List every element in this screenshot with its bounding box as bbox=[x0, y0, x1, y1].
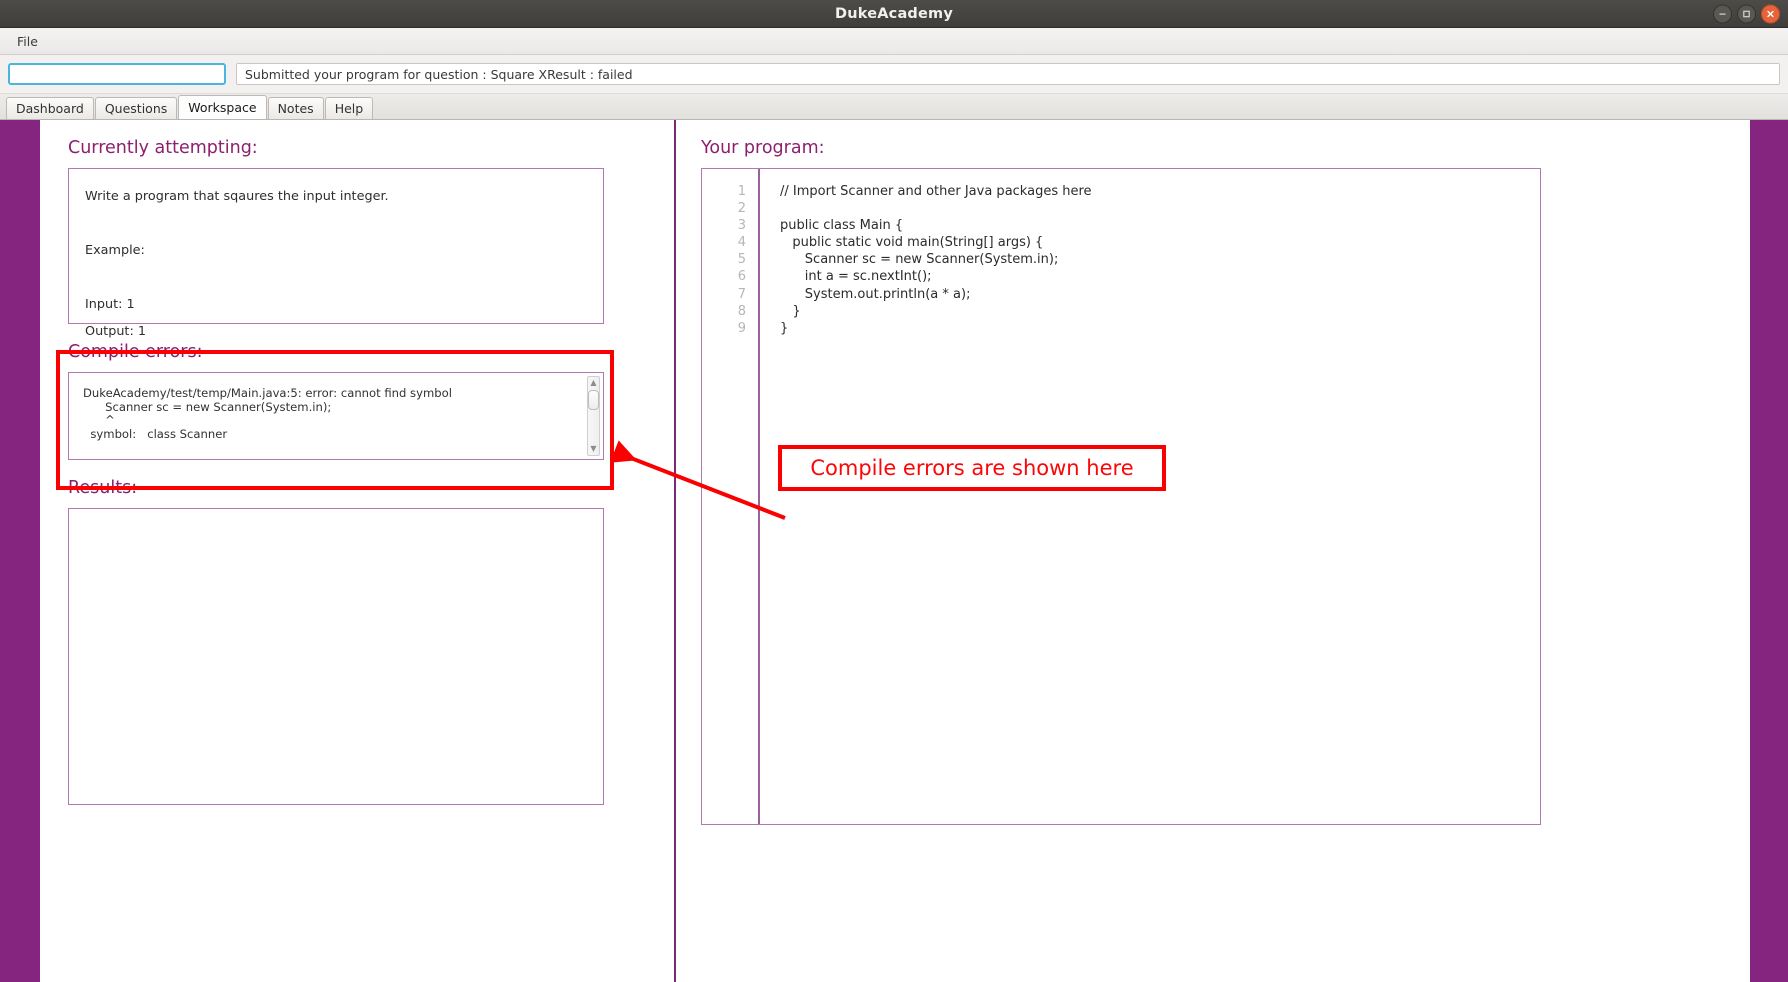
your-program-heading: Your program: bbox=[701, 138, 825, 158]
code-line: int a = sc.nextInt(); bbox=[780, 269, 932, 285]
currently-attempting-heading: Currently attempting: bbox=[68, 138, 258, 158]
scroll-up-icon[interactable]: ▲ bbox=[590, 377, 596, 389]
window-titlebar: DukeAcademy bbox=[0, 0, 1788, 28]
code-line: public class Main { bbox=[780, 218, 904, 234]
problem-description-box: Write a program that sqaures the input i… bbox=[68, 168, 604, 339]
code-line: Scanner sc = new Scanner(System.in); bbox=[780, 252, 1059, 268]
line-number-gutter: 1 2 3 4 5 6 7 8 9 bbox=[702, 169, 760, 824]
tab-help[interactable]: Help bbox=[324, 97, 374, 119]
tab-dashboard[interactable]: Dashboard bbox=[6, 97, 94, 119]
line-number: 2 bbox=[737, 201, 746, 217]
line-number: 6 bbox=[737, 269, 746, 285]
line-number: 8 bbox=[737, 303, 746, 319]
line-number: 3 bbox=[737, 218, 746, 234]
code-line: // Import Scanner and other Java package… bbox=[780, 184, 1092, 199]
code-line: System.out.println(a * a); bbox=[780, 286, 971, 302]
results-box bbox=[68, 508, 604, 805]
code-line: public static void main(String[] args) { bbox=[780, 235, 1044, 251]
menubar: File bbox=[0, 28, 1788, 55]
status-text: Submitted your program for question : Sq… bbox=[245, 66, 633, 82]
window-title: DukeAcademy bbox=[834, 5, 954, 22]
tab-workspace[interactable]: Workspace bbox=[178, 95, 267, 119]
close-icon[interactable] bbox=[1761, 4, 1780, 23]
menu-item-file[interactable]: File bbox=[10, 31, 45, 52]
right-accent-bar bbox=[1750, 120, 1788, 982]
code-editor[interactable]: 1 2 3 4 5 6 7 8 9 // Import Scanner and … bbox=[701, 168, 1541, 825]
window-controls bbox=[1713, 4, 1780, 23]
code-line: } bbox=[780, 320, 789, 336]
compile-errors-text: DukeAcademy/test/temp/Main.java:5: error… bbox=[83, 386, 452, 441]
minimize-icon[interactable] bbox=[1713, 4, 1732, 23]
line-number: 4 bbox=[737, 235, 746, 251]
search-input[interactable] bbox=[8, 63, 226, 85]
line-number: 9 bbox=[737, 320, 746, 336]
compile-errors-scrollbar[interactable]: ▲ ▼ bbox=[587, 376, 600, 456]
code-text-area[interactable]: // Import Scanner and other Java package… bbox=[760, 169, 1540, 824]
left-pane: Currently attempting: Write a program th… bbox=[40, 120, 674, 982]
scroll-down-icon[interactable]: ▼ bbox=[590, 443, 596, 455]
code-line: } bbox=[780, 303, 801, 319]
left-accent-bar bbox=[0, 120, 40, 982]
tabbar: Dashboard Questions Workspace Notes Help bbox=[0, 94, 1788, 120]
scrollbar-thumb[interactable] bbox=[588, 390, 599, 410]
right-pane: Your program: 1 2 3 4 5 6 7 8 9 // Impor… bbox=[676, 120, 1750, 982]
toolbar: Submitted your program for question : Sq… bbox=[0, 55, 1788, 94]
maximize-icon[interactable] bbox=[1737, 4, 1756, 23]
line-number: 1 bbox=[737, 184, 746, 199]
tab-questions[interactable]: Questions bbox=[94, 97, 178, 119]
line-number: 7 bbox=[737, 286, 746, 302]
compile-errors-box[interactable]: DukeAcademy/test/temp/Main.java:5: error… bbox=[68, 372, 604, 460]
line-number: 5 bbox=[737, 252, 746, 268]
app-body: Currently attempting: Write a program th… bbox=[0, 120, 1788, 982]
status-field: Submitted your program for question : Sq… bbox=[236, 63, 1780, 85]
tab-notes[interactable]: Notes bbox=[267, 97, 324, 119]
problem-description-text: Write a program that sqaures the input i… bbox=[85, 189, 389, 339]
results-heading: Results: bbox=[68, 478, 138, 498]
workspace-content: Currently attempting: Write a program th… bbox=[40, 120, 1750, 982]
